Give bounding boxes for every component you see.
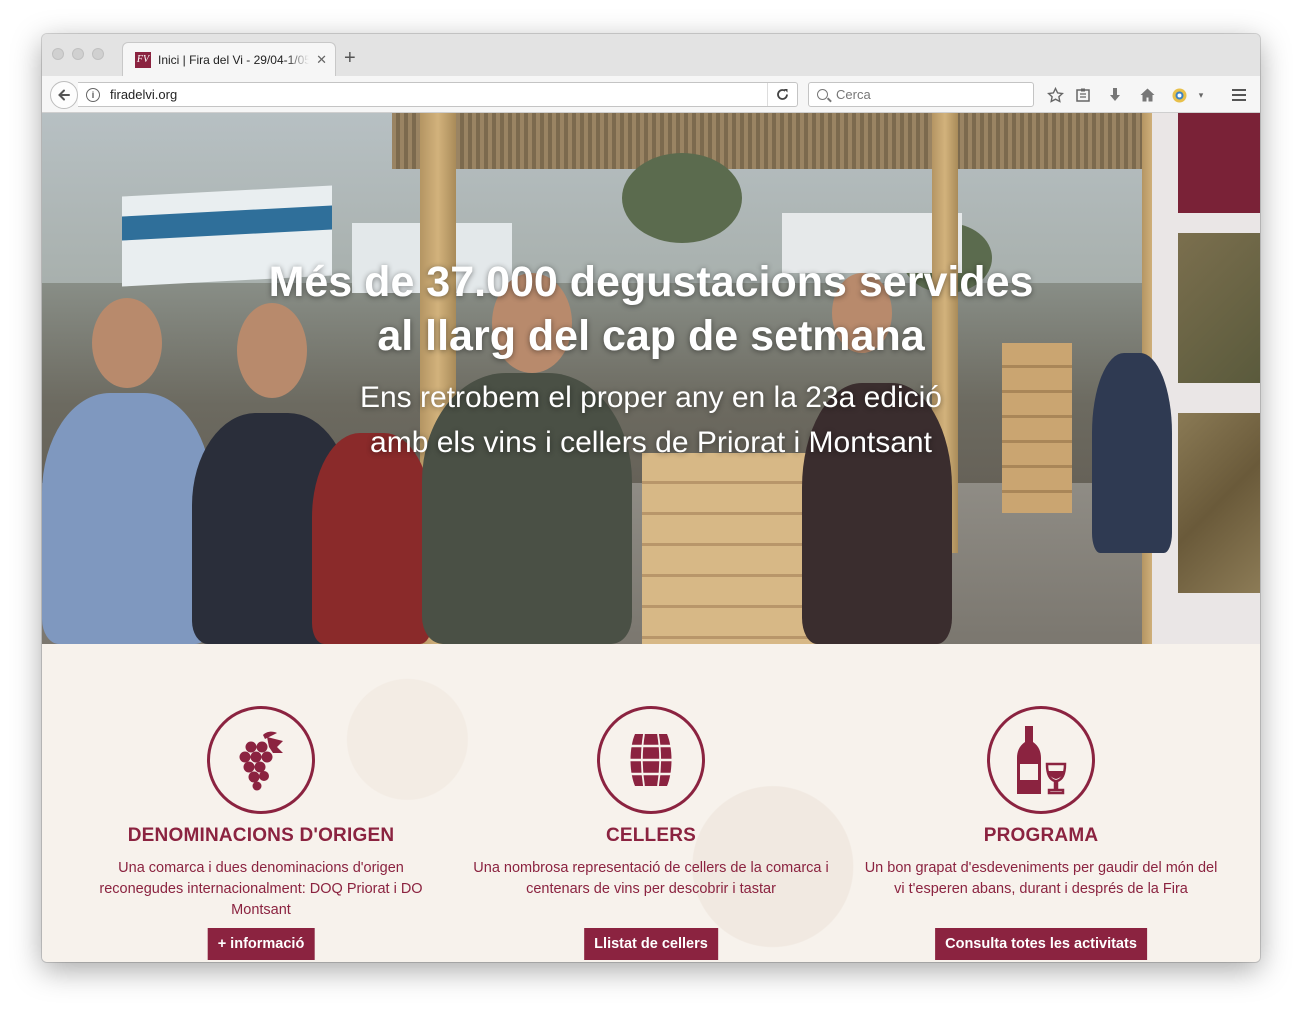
new-tab-button[interactable]: + <box>344 48 356 68</box>
feature-title: DENOMINACIONS D'ORIGEN <box>127 825 395 846</box>
browser-window: FV Inici | Fira del Vi - 29/04-1/05 de 2… <box>42 34 1260 962</box>
search-icon <box>817 89 828 100</box>
hero-title: Més de 37.000 degustacions servides al l… <box>42 255 1260 363</box>
feature-description: Una nombrosa representació de cellers de… <box>473 860 829 897</box>
more-info-button[interactable]: + informació <box>207 928 315 960</box>
close-tab-icon[interactable]: ✕ <box>316 52 327 68</box>
feature-title: CELLERS <box>605 825 697 846</box>
minimize-window-button[interactable] <box>72 48 84 60</box>
tab-strip: FV Inici | Fira del Vi - 29/04-1/05 de 2… <box>42 34 1260 76</box>
address-bar[interactable]: i firadelvi.org <box>78 82 798 107</box>
reload-button[interactable] <box>767 83 797 106</box>
site-info-icon[interactable]: i <box>86 87 100 102</box>
browser-tab[interactable]: FV Inici | Fira del Vi - 29/04-1/05 de 2… <box>122 42 336 76</box>
reader-list-button[interactable] <box>1074 86 1092 104</box>
close-window-button[interactable] <box>52 48 64 60</box>
reload-icon <box>777 89 788 100</box>
feature-description: Un bon grapat d'esdeveniments per gaudir… <box>864 860 1218 897</box>
download-arrow-icon <box>1110 88 1120 101</box>
star-icon <box>1046 86 1064 103</box>
bookmark-star-button[interactable] <box>1046 86 1064 104</box>
extension-button[interactable] <box>1170 86 1188 104</box>
back-arrow-icon <box>58 89 70 101</box>
home-button[interactable] <box>1138 86 1156 104</box>
hamburger-menu-icon <box>1232 89 1246 101</box>
tab-title: Inici | Fira del Vi - 29/04-1/05 de 2017 <box>158 52 310 67</box>
extension-globe-icon <box>1172 88 1186 102</box>
hero-title-line-1: Més de 37.000 degustacions servides <box>268 258 1034 306</box>
hero-subtitle-line-1: Ens retrobem el proper any en la 23a edi… <box>359 381 942 414</box>
all-activities-button[interactable]: Consulta totes les activitats <box>935 928 1147 960</box>
hero-subtitle: Ens retrobem el proper any en la 23a edi… <box>42 375 1260 465</box>
features-section: DENOMINACIONS D'ORIGEN Una comarca i due… <box>42 644 1260 962</box>
hero-section: Més de 37.000 degustacions servides al l… <box>42 113 1260 644</box>
search-input[interactable] <box>836 87 1016 102</box>
clipboard-icon <box>1076 88 1090 102</box>
search-bar[interactable] <box>808 82 1034 107</box>
page-content: Més de 37.000 degustacions servides al l… <box>42 113 1260 962</box>
extension-dropdown-icon[interactable]: ▾ <box>1192 86 1210 104</box>
barrel-icon[interactable] <box>597 706 705 814</box>
downloads-button[interactable] <box>1106 86 1124 104</box>
navigation-bar: i firadelvi.org ▾ <box>42 76 1260 113</box>
menu-button[interactable] <box>1230 86 1248 104</box>
url-text[interactable]: firadelvi.org <box>110 87 177 102</box>
back-button[interactable] <box>50 81 78 109</box>
hero-title-line-2: al llarg del cap de setmana <box>377 312 925 360</box>
wineries-list-button[interactable]: Llistat de cellers <box>584 928 718 960</box>
hero-subtitle-line-2: amb els vins i cellers de Priorat i Mont… <box>370 426 932 459</box>
feature-description: Una comarca i dues denominacions d'orige… <box>99 860 423 918</box>
hero-overlay: Més de 37.000 degustacions servides al l… <box>42 113 1260 644</box>
feature-title: PROGRAMA <box>983 825 1099 846</box>
zoom-window-button[interactable] <box>92 48 104 60</box>
home-icon <box>1140 88 1154 102</box>
wine-bottle-glass-icon[interactable] <box>987 706 1095 814</box>
grapes-icon[interactable] <box>207 706 315 814</box>
site-favicon-icon: FV <box>135 51 151 68</box>
